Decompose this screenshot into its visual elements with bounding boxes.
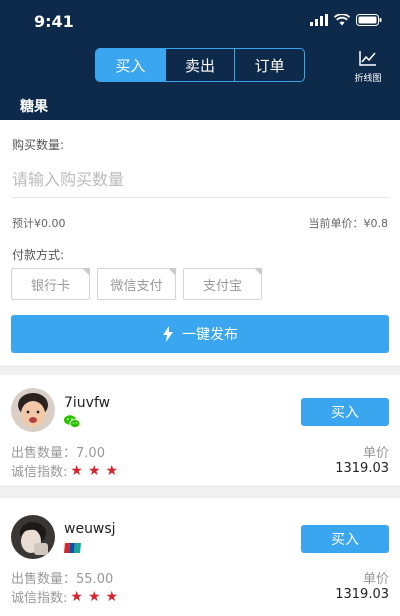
buy-button[interactable]: 买入 [301, 398, 389, 426]
sell-quantity-label: 出售数量： [11, 572, 77, 587]
unit-price-value: 1319.03 [335, 461, 389, 476]
pay-option-alipay[interactable]: 支付宝 [183, 268, 262, 300]
header: 9:41 买入 卖出 订单 折线图 糖果 [0, 0, 400, 122]
credit-label: 诚信指数: [11, 591, 68, 606]
pay-option-bank-card[interactable]: 银行卡 [11, 268, 90, 300]
wifi-icon [334, 14, 350, 26]
quantity-input[interactable] [12, 162, 390, 198]
star-icon: ★ [105, 462, 119, 479]
publish-button[interactable]: 一键发布 [11, 315, 389, 353]
quantity-label: 购买数量: [12, 138, 65, 152]
battery-icon [356, 14, 382, 26]
unit-price-label: 单价 [362, 572, 389, 587]
line-chart-icon [359, 51, 376, 66]
payment-method-label: 付款方式: [12, 248, 65, 262]
avatar [11, 515, 55, 559]
sell-quantity: 出售数量：55.00 [11, 568, 113, 587]
estimate-text: 预计¥0.00 [12, 217, 66, 230]
star-rating: ★ ★ ★ [70, 464, 118, 478]
star-icon: ★ [87, 588, 101, 605]
star-icon: ★ [105, 588, 119, 605]
pay-option-wechat[interactable]: 微信支付 [97, 268, 176, 300]
star-icon: ★ [87, 462, 101, 479]
seller-username: 7iuvfw [64, 395, 111, 411]
credit-label: 诚信指数: [11, 465, 68, 480]
status-time: 9:41 [34, 12, 74, 31]
trade-tabs: 买入 卖出 订单 [95, 48, 305, 82]
signal-icon [310, 14, 328, 26]
star-icon: ★ [70, 462, 83, 479]
status-icons [310, 14, 382, 26]
purchase-form: 购买数量: 预计¥0.00 当前单价：¥0.8 付款方式: 银行卡 微信支付 支… [0, 120, 400, 365]
publish-label: 一键发布 [182, 327, 238, 343]
line-chart-label: 折线图 [354, 74, 382, 84]
tab-sell[interactable]: 卖出 [164, 49, 235, 81]
current-unit-price: 当前单价：¥0.8 [308, 217, 389, 230]
sell-quantity-value: 55.00 [76, 572, 114, 587]
bank-card-icon [64, 543, 81, 553]
buy-button[interactable]: 买入 [301, 525, 389, 553]
listing-card: weuwsj 买入 出售数量：55.00 诚信指数: ★ ★ ★ 单价 1319… [0, 498, 400, 616]
wechat-icon [64, 415, 80, 428]
tab-buy[interactable]: 买入 [96, 49, 165, 81]
unit-price-label: 单价 [362, 446, 389, 461]
lightning-icon [163, 326, 173, 342]
avatar [11, 388, 55, 432]
coin-tab-candy[interactable]: 糖果 [20, 96, 48, 122]
sell-quantity-value: 7.00 [76, 446, 105, 461]
status-bar: 9:41 [0, 0, 400, 40]
listing-card: 7iuvfw 买入 出售数量：7.00 诚信指数: ★ ★ ★ 单价 1319.… [0, 375, 400, 485]
star-rating: ★ ★ ★ [70, 590, 118, 604]
credit-rating: 诚信指数: ★ ★ ★ [11, 587, 118, 607]
unit-price-value: 1319.03 [335, 587, 389, 602]
tab-orders[interactable]: 订单 [234, 49, 304, 81]
sell-quantity-label: 出售数量： [11, 446, 77, 461]
star-icon: ★ [70, 588, 83, 605]
credit-rating: 诚信指数: ★ ★ ★ [11, 461, 118, 481]
line-chart-button[interactable]: 折线图 [350, 50, 386, 84]
seller-username: weuwsj [64, 521, 116, 537]
sell-quantity: 出售数量：7.00 [11, 442, 105, 461]
